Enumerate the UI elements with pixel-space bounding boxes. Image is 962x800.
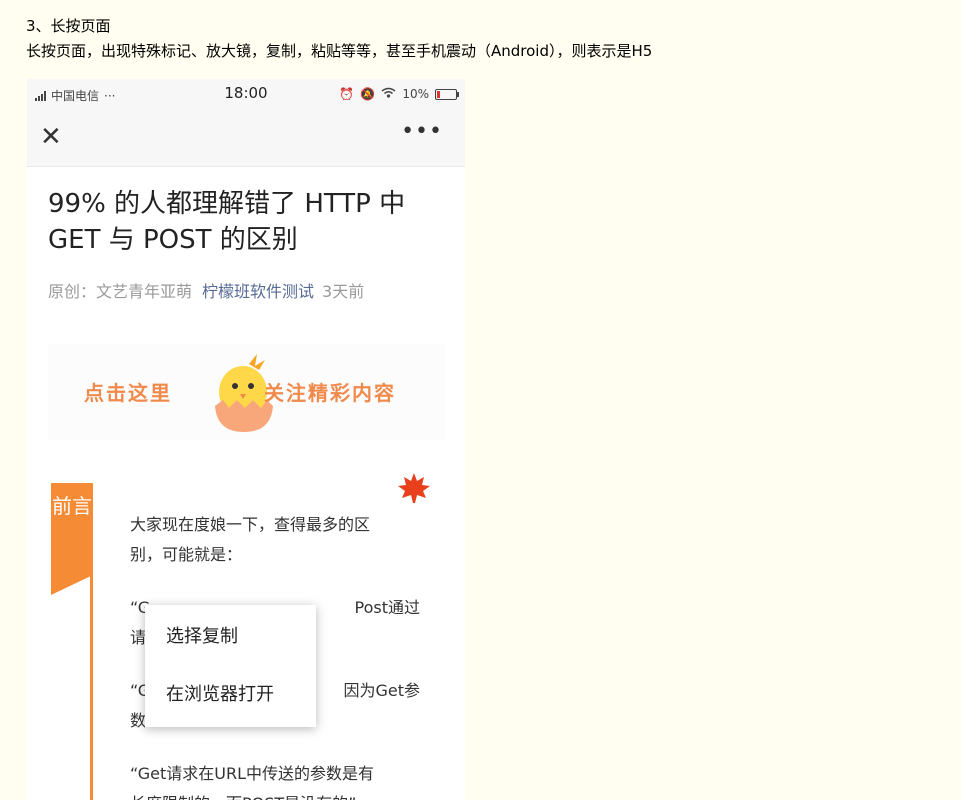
paragraph-1: 大家现在度娘一下，查得最多的区 别，可能就是： (130, 510, 420, 570)
section-tag-label: 前言 (52, 494, 92, 518)
status-bar: 中国电信 ··· 18:00 ⏰ 🔕 10% (27, 79, 465, 109)
mute-icon: 🔕 (360, 87, 376, 101)
author-label: 原创：文艺青年亚萌 (48, 282, 193, 301)
menu-item-select-copy[interactable]: 选择复制 (166, 624, 238, 650)
battery-icon (435, 88, 459, 100)
doc-description: 长按页面，出现特殊标记、放大镜，复制，粘贴等等，甚至手机震动（Android），… (26, 42, 653, 60)
paragraph-1-line-1: 大家现在度娘一下，查得最多的区 (130, 515, 371, 534)
account-link[interactable]: 柠檬班软件测试 (202, 282, 314, 301)
banner-right-text: 关注精彩内容 (264, 381, 396, 405)
banner-left-text: 点击这里 (84, 381, 172, 405)
paragraph-3-end: 因为Get参 (343, 681, 420, 700)
article-meta: 原创：文艺青年亚萌 柠檬班软件测试 3天前 (48, 278, 364, 302)
phone-screenshot: 中国电信 ··· 18:00 ⏰ 🔕 10% ✕ ••• 99% 的人都理解错了… (27, 79, 465, 800)
follow-banner[interactable]: 点击这里 关注精彩内容 (48, 344, 446, 440)
more-icon[interactable]: ••• (401, 119, 443, 144)
section-line (90, 575, 93, 800)
maple-leaf-icon (398, 473, 430, 503)
alarm-icon: ⏰ (339, 87, 355, 101)
publish-time: 3天前 (322, 282, 365, 301)
section-tag: 前言 (51, 483, 93, 595)
battery-percent: 10% (402, 87, 429, 101)
menu-item-open-in-browser[interactable]: 在浏览器打开 (166, 682, 274, 708)
nav-bar: ✕ ••• (27, 109, 465, 167)
wifi-icon (381, 87, 396, 101)
paragraph-4-line-2: 长度限制的，而POST是没有的” (130, 789, 420, 800)
context-menu: 选择复制 在浏览器打开 (145, 605, 316, 727)
close-icon[interactable]: ✕ (40, 123, 62, 151)
paragraph-4-line-1: “Get请求在URL中传送的参数是有 (130, 764, 374, 783)
paragraph-1-line-2: 别，可能就是： (130, 545, 243, 564)
doc-heading: 3、长按页面 (26, 17, 111, 35)
paragraph-4: “Get请求在URL中传送的参数是有 长度限制的，而POST是没有的” (130, 759, 420, 800)
paragraph-2-end: Post通过 (354, 598, 420, 617)
article-title: 99% 的人都理解错了 HTTP 中 GET 与 POST 的区别 (48, 189, 406, 255)
